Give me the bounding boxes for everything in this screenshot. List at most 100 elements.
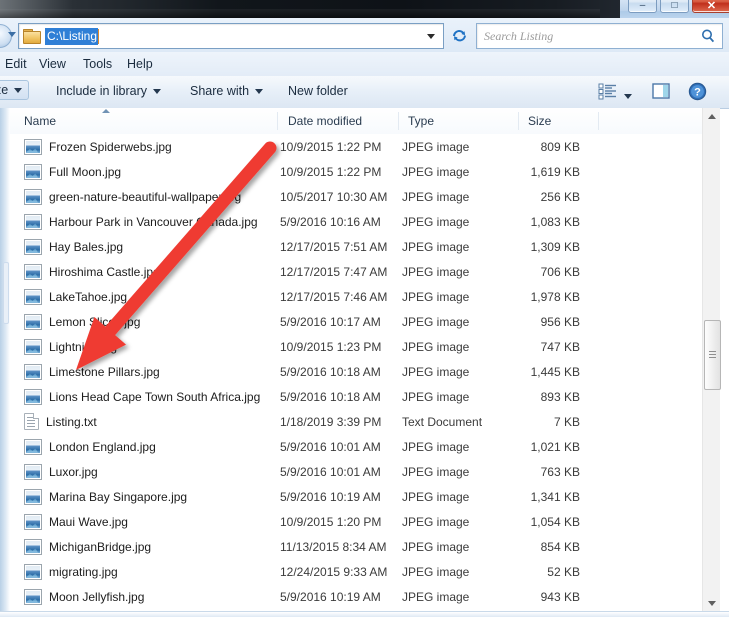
file-list[interactable]: Frozen Spiderwebs.jpg 10/9/2015 1:22 PM JP…: [10, 134, 705, 612]
file-date-cell: 5/9/2016 10:19 AM: [280, 590, 381, 604]
file-row[interactable]: Hiroshima Castle.jpg12/17/2015 7:47 AMJP…: [10, 259, 705, 284]
search-input[interactable]: Search Listing: [484, 29, 553, 44]
maximize-icon: □: [661, 1, 688, 11]
address-bar[interactable]: C:\Listing: [18, 23, 444, 49]
include-in-library-button[interactable]: Include in library: [52, 82, 165, 100]
file-row[interactable]: LakeTahoe.jpg12/17/2015 7:46 AMJPEG imag…: [10, 284, 705, 309]
scroll-down-button[interactable]: [703, 595, 720, 612]
jpeg-image-icon: [24, 214, 42, 230]
file-size-cell: 943 KB: [470, 590, 580, 604]
file-name-cell[interactable]: Full Moon.jpg: [24, 164, 121, 180]
menu-item-edit[interactable]: Edit: [0, 56, 32, 72]
help-button[interactable]: ?: [688, 82, 707, 106]
file-row[interactable]: Limestone Pillars.jpg5/9/2016 10:18 AMJP…: [10, 359, 705, 384]
file-name-label: green-nature-beautiful-wallpaper.jpg: [49, 190, 241, 204]
file-name-cell[interactable]: Harbour Park in Vancouver Canada.jpg: [24, 214, 258, 230]
file-row[interactable]: migrating.jpg12/24/2015 9:33 AMJPEG imag…: [10, 559, 705, 584]
column-header-name[interactable]: Name: [24, 114, 56, 128]
file-name-cell[interactable]: Frozen Spiderwebs.jpg: [24, 139, 172, 155]
file-name-cell[interactable]: Lightning.jpg: [24, 339, 117, 355]
column-divider[interactable]: [277, 112, 278, 130]
file-name-cell[interactable]: migrating.jpg: [24, 564, 118, 580]
jpeg-image-icon: [24, 239, 42, 255]
view-options-button[interactable]: [598, 82, 618, 105]
file-row[interactable]: Full Moon.jpg10/9/2015 1:22 PMJPEG image…: [10, 159, 705, 184]
file-name-label: Lightning.jpg: [49, 340, 117, 354]
column-divider[interactable]: [598, 112, 599, 130]
file-size-cell: 52 KB: [470, 565, 580, 579]
menu-item-view[interactable]: View: [34, 56, 71, 72]
file-type-cell: JPEG image: [402, 215, 469, 229]
jpeg-image-icon: [24, 564, 42, 580]
file-name-label: Hiroshima Castle.jpg: [49, 265, 160, 279]
file-row[interactable]: Lions Head Cape Town South Africa.jpg5/9…: [10, 384, 705, 409]
file-name-cell[interactable]: London England.jpg: [24, 439, 156, 455]
file-name-cell[interactable]: Listing.txt: [24, 413, 97, 430]
new-folder-button[interactable]: New folder: [284, 82, 352, 100]
file-name-cell[interactable]: MichiganBridge.jpg: [24, 539, 151, 555]
view-options-dropdown[interactable]: [624, 86, 632, 104]
scrollbar-thumb[interactable]: [704, 320, 721, 390]
file-row[interactable]: Frozen Spiderwebs.jpg10/9/2015 1:22 PMJP…: [10, 134, 705, 159]
file-row[interactable]: Moon Jellyfish.jpg5/9/2016 10:19 AMJPEG …: [10, 584, 705, 609]
search-box[interactable]: Search Listing: [476, 23, 723, 49]
file-row[interactable]: Lightning.jpg 10/9/2015 1:23 PM JPEG image…: [10, 334, 705, 359]
file-name-cell[interactable]: Limestone Pillars.jpg: [24, 364, 160, 380]
file-name-cell[interactable]: Lions Head Cape Town South Africa.jpg: [24, 389, 260, 405]
file-row[interactable]: Luxor.jpg5/9/2016 10:01 AMJPEG image763 …: [10, 459, 705, 484]
maximize-button[interactable]: □: [660, 0, 689, 13]
file-name-cell[interactable]: green-nature-beautiful-wallpaper.jpg: [24, 189, 241, 205]
menu-item-tools[interactable]: Tools: [78, 56, 117, 72]
column-divider[interactable]: [398, 112, 399, 130]
address-dropdown-chevron-icon[interactable]: [427, 34, 435, 39]
file-name-cell[interactable]: Hiroshima Castle.jpg: [24, 264, 160, 280]
organize-button[interactable]: ze: [0, 80, 29, 100]
preview-pane-button[interactable]: [652, 82, 671, 105]
column-header-type[interactable]: Type: [408, 114, 434, 128]
jpeg-image-icon: [24, 439, 42, 455]
file-date-cell: 10/9/2015 1:22 PM: [280, 165, 381, 179]
navigation-pane-splitter[interactable]: [3, 262, 9, 324]
file-size-cell: 1,054 KB: [470, 515, 580, 529]
file-name-cell[interactable]: Hay Bales.jpg: [24, 239, 123, 255]
recent-pages-chevron-icon[interactable]: [8, 32, 16, 37]
file-name-cell[interactable]: Marina Bay Singapore.jpg: [24, 489, 187, 505]
file-name-cell[interactable]: Lemon Slices.jpg: [24, 314, 140, 330]
file-row[interactable]: Lemon Slices.jpg5/9/2016 10:17 AMJPEG im…: [10, 309, 705, 334]
address-path-text[interactable]: C:\Listing: [45, 28, 98, 45]
menu-item-help[interactable]: Help: [122, 56, 158, 72]
jpeg-image-icon: [24, 389, 42, 405]
file-row[interactable]: Maui Wave.jpg10/9/2015 1:20 PMJPEG image…: [10, 509, 705, 534]
file-row[interactable]: green-nature-beautiful-wallpaper.jpg10/5…: [10, 184, 705, 209]
file-name-cell[interactable]: Luxor.jpg: [24, 464, 98, 480]
new-folder-label: New folder: [288, 84, 348, 98]
file-row[interactable]: Hay Bales.jpg12/17/2015 7:51 AMJPEG imag…: [10, 234, 705, 259]
refresh-button[interactable]: [448, 24, 470, 46]
file-type-cell: JPEG image: [402, 340, 469, 354]
file-date-cell: 10/9/2015 1:22 PM: [280, 140, 381, 154]
file-row[interactable]: Listing.txt1/18/2019 3:39 PMText Documen…: [10, 409, 705, 434]
file-type-cell: JPEG image: [402, 190, 469, 204]
file-name-cell[interactable]: Maui Wave.jpg: [24, 514, 128, 530]
column-header-date-modified[interactable]: Date modified: [288, 114, 362, 128]
file-type-cell: JPEG image: [402, 365, 469, 379]
file-name-cell[interactable]: Moon Jellyfish.jpg: [24, 589, 144, 605]
column-divider[interactable]: [518, 112, 519, 130]
file-name-cell[interactable]: LakeTahoe.jpg: [24, 289, 127, 305]
file-date-cell: 10/9/2015 1:23 PM: [280, 340, 381, 354]
file-row[interactable]: Marina Bay Singapore.jpg5/9/2016 10:19 A…: [10, 484, 705, 509]
file-row[interactable]: MichiganBridge.jpg11/13/2015 8:34 AMJPEG…: [10, 534, 705, 559]
file-name-label: Maui Wave.jpg: [49, 515, 128, 529]
file-row[interactable]: London England.jpg5/9/2016 10:01 AMJPEG …: [10, 434, 705, 459]
chevron-down-icon: [255, 89, 263, 94]
file-row[interactable]: Harbour Park in Vancouver Canada.jpg5/9/…: [10, 209, 705, 234]
minimize-button[interactable]: –: [628, 0, 657, 13]
scroll-up-button[interactable]: [703, 108, 720, 125]
file-date-cell: 5/9/2016 10:01 AM: [280, 465, 381, 479]
share-with-button[interactable]: Share with: [186, 82, 267, 100]
file-type-cell: JPEG image: [402, 540, 469, 554]
folder-icon: [23, 29, 40, 43]
close-button[interactable]: ✕: [692, 0, 729, 13]
vertical-scrollbar[interactable]: [702, 108, 720, 612]
column-header-size[interactable]: Size: [528, 114, 551, 128]
